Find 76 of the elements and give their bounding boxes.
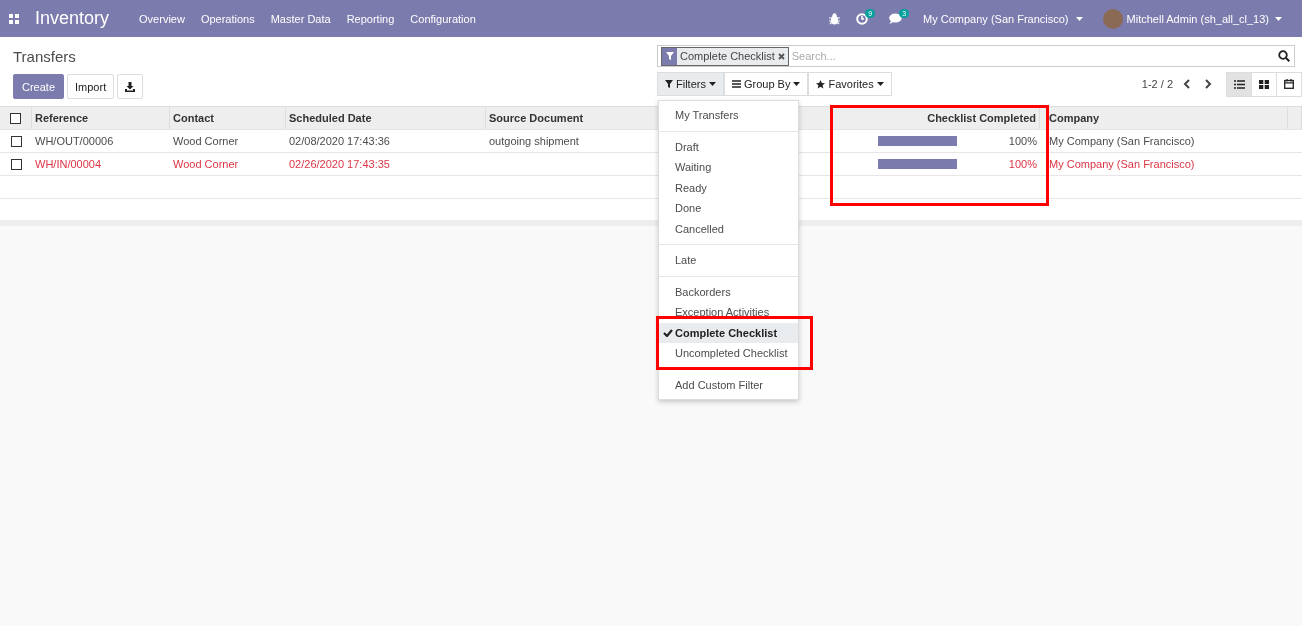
- checkmark-icon: [663, 328, 673, 337]
- previous-icon[interactable]: [1183, 79, 1190, 89]
- filter-menu-item[interactable]: Complete Checklist: [659, 322, 798, 343]
- table-cell-text: Wood Corner: [172, 134, 240, 149]
- caret-icon: [876, 82, 884, 86]
- filter-menu-item[interactable]: Cancelled: [659, 218, 798, 239]
- filter-facet[interactable]: Complete Checklist: [661, 46, 789, 66]
- caret-icon[interactable]: [1275, 16, 1282, 21]
- filter-icon: [665, 80, 673, 88]
- search-option-button[interactable]: Group By: [723, 72, 809, 96]
- menu-item[interactable]: Configuration: [410, 12, 476, 25]
- filter-icon: [665, 52, 674, 60]
- download-button[interactable]: [117, 74, 144, 99]
- user-menu[interactable]: Mitchell Admin (sh_all_cl_13): [1126, 12, 1269, 25]
- column-header[interactable]: Scheduled Date: [286, 107, 486, 129]
- calendar-icon: [1284, 79, 1294, 89]
- list-icon: [1233, 79, 1245, 89]
- row-checkbox[interactable]: [10, 158, 22, 170]
- pager-value: 1-2 / 2: [1141, 78, 1173, 90]
- column-header[interactable]: Reference: [32, 107, 170, 129]
- grid-icon: [1259, 79, 1269, 89]
- filter-menu-item[interactable]: Backorders: [659, 281, 798, 302]
- download-icon: [125, 81, 136, 92]
- row-checkbox[interactable]: [10, 135, 22, 147]
- caret-icon: [793, 82, 801, 86]
- facet-label: Complete Checklist: [679, 50, 776, 62]
- select-all-checkbox[interactable]: [10, 112, 21, 124]
- star-icon: [816, 79, 826, 89]
- table-cell-text: My Company (San Francisco): [1048, 157, 1196, 172]
- action-button[interactable]: Import: [67, 74, 115, 99]
- table-cell-text: WH/OUT/00006: [34, 134, 115, 149]
- table-cell: 100%: [1008, 135, 1037, 147]
- chat-icon: [889, 13, 903, 24]
- search-input[interactable]: Search...: [788, 50, 1278, 62]
- table-cell: 100%: [1008, 158, 1037, 170]
- filter-menu-item[interactable]: Done: [659, 198, 798, 219]
- table-cell-text: My Company (San Francisco): [1048, 134, 1196, 149]
- table-cell-text: Wood Corner: [172, 157, 240, 172]
- filter-menu-item[interactable]: Exception Activities: [659, 302, 798, 323]
- clock-icon: [856, 12, 869, 25]
- bug-icon[interactable]: [829, 12, 841, 25]
- breadcrumb-title: Transfers: [13, 48, 77, 67]
- menu-item[interactable]: Overview: [139, 12, 185, 25]
- caret-icon[interactable]: [1075, 16, 1083, 21]
- search-icon[interactable]: [1278, 50, 1290, 62]
- table-cell: outgoing shipment: [489, 135, 579, 147]
- list-view-button[interactable]: [1226, 71, 1252, 97]
- caret-icon: [708, 82, 716, 86]
- search-option-button[interactable]: Favorites: [808, 72, 892, 96]
- app-title[interactable]: Inventory: [35, 8, 110, 29]
- close-icon[interactable]: [777, 52, 785, 60]
- kanban-view-button[interactable]: [1251, 71, 1277, 97]
- table-cell-text: WH/IN/00004: [34, 157, 103, 172]
- next-icon[interactable]: [1205, 79, 1212, 89]
- filter-menu-item[interactable]: Uncompleted Checklist: [659, 343, 798, 364]
- calendar-view-button[interactable]: [1276, 71, 1302, 97]
- company-switcher[interactable]: My Company (San Francisco): [923, 12, 1069, 25]
- action-button[interactable]: Create: [13, 74, 65, 99]
- filter-menu-item[interactable]: Ready: [659, 177, 798, 198]
- apps-grid-icon[interactable]: [9, 13, 19, 24]
- column-header[interactable]: Company: [1040, 107, 1288, 129]
- search-option-button[interactable]: Filters: [657, 72, 724, 96]
- menu-item[interactable]: Reporting: [346, 12, 395, 25]
- menu-item[interactable]: Master Data: [270, 12, 331, 25]
- filter-menu-item[interactable]: Waiting: [659, 157, 798, 178]
- filter-menu-item[interactable]: My Transfers: [659, 105, 798, 126]
- search-field[interactable]: Complete Checklist Search...: [657, 45, 1295, 67]
- menu-item[interactable]: Operations: [200, 12, 255, 25]
- filter-menu-item[interactable]: Add Custom Filter: [659, 374, 798, 395]
- column-header[interactable]: Contact: [170, 107, 286, 129]
- filter-menu-item[interactable]: Draft: [659, 136, 798, 157]
- table-cell-text: 02/26/2020 17:43:35: [288, 157, 391, 172]
- filter-menu-item[interactable]: Late: [659, 250, 798, 271]
- table-cell-text: 02/08/2020 17:43:36: [288, 134, 391, 149]
- column-header[interactable]: Checklist Completed: [832, 107, 1040, 129]
- menu-lines-icon: [731, 80, 741, 88]
